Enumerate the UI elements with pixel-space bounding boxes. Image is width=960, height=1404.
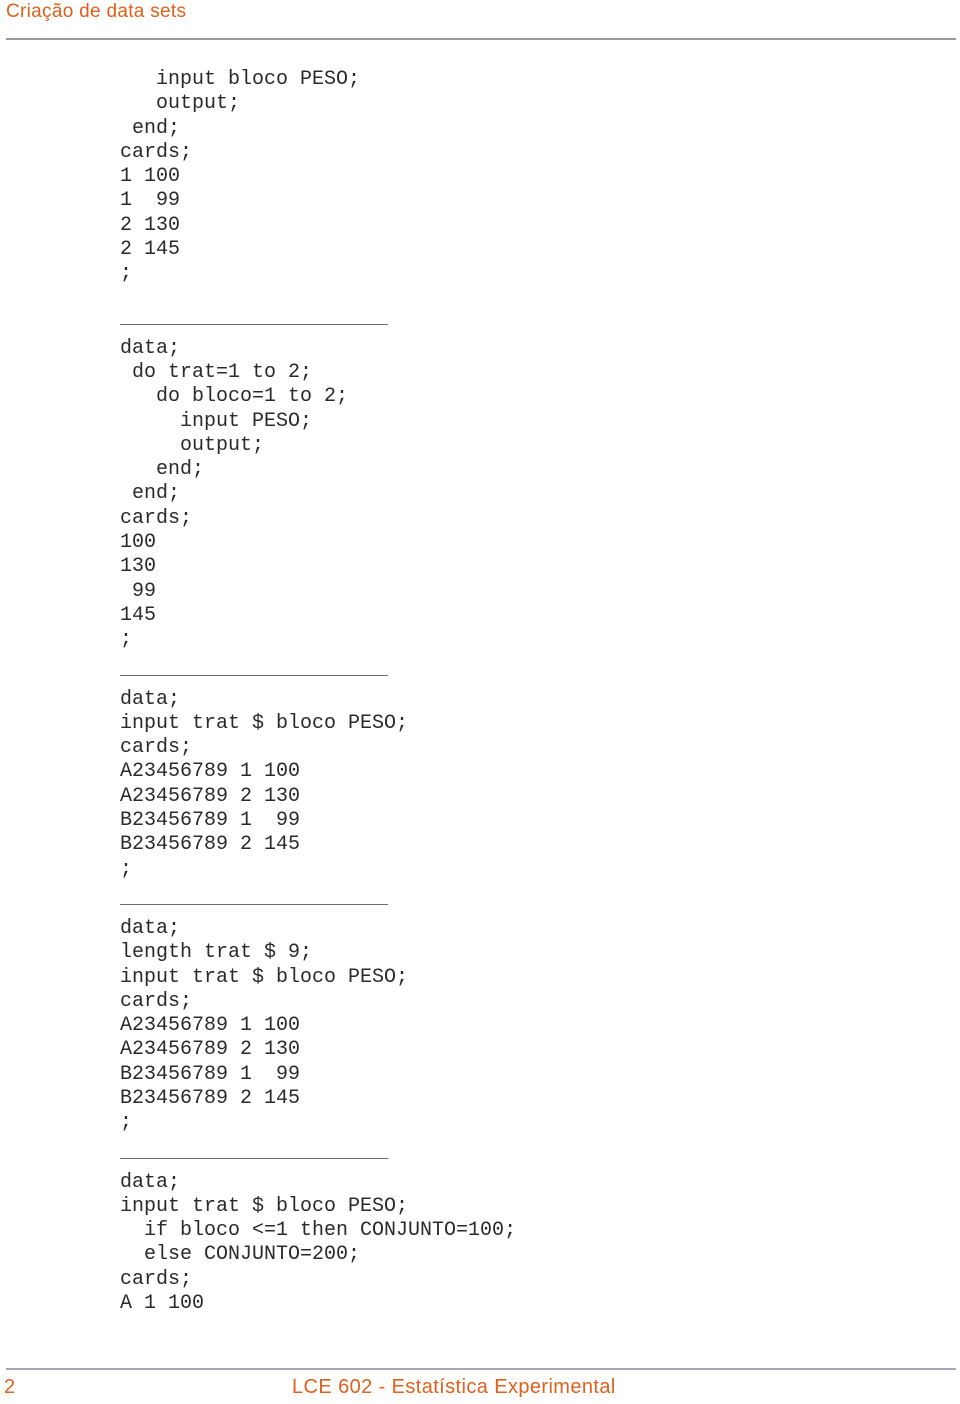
code-line: cards; [120, 140, 193, 164]
code-line: data; [120, 916, 181, 940]
code-line: B23456789 1 99 [120, 1062, 301, 1086]
code-line: A23456789 1 100 [120, 1014, 301, 1038]
code-line: B23456789 1 99 [120, 809, 301, 833]
code-line: output; [120, 92, 241, 116]
code-block-3: data; input trat $ bloco PESO; cards; A2… [120, 688, 516, 882]
code-line: 1 99 [120, 189, 181, 213]
code-line: data; [120, 1170, 181, 1194]
code-line: end; [120, 116, 181, 140]
code-line: B23456789 2 145 [120, 833, 301, 857]
code-line: A23456789 1 100 [120, 760, 301, 784]
code-block-5: data; input trat $ bloco PESO; if bloco … [120, 1171, 516, 1317]
code-line: if bloco <=1 then CONJUNTO=100; [120, 1219, 517, 1243]
page-number: 2 [4, 1376, 16, 1398]
code-line: cards; [120, 1267, 193, 1291]
code-line: input trat $ bloco PESO; [120, 965, 409, 989]
code-line: ; [120, 262, 133, 286]
code-line: 2 130 [120, 213, 181, 237]
code-line: A23456789 2 130 [120, 784, 301, 808]
code-line: input trat $ bloco PESO; [120, 1194, 409, 1218]
page-header-title: Criação de data sets [6, 1, 187, 22]
code-line: output; [120, 433, 265, 457]
code-line: A 1 100 [120, 1292, 205, 1316]
code-line: input PESO; [120, 409, 313, 433]
code-line: 100 [120, 531, 157, 555]
code-line: end; [120, 482, 181, 506]
code-line: do bloco=1 to 2; [120, 385, 349, 409]
header-divider [6, 38, 956, 40]
code-line: data; [120, 687, 181, 711]
code-line: data; [120, 336, 181, 360]
code-line: ; [120, 857, 133, 881]
code-line: 130 [120, 555, 157, 579]
code-line: cards; [120, 989, 193, 1013]
code-line: A23456789 2 130 [120, 1038, 301, 1062]
code-line: else CONJUNTO=200; [120, 1243, 361, 1267]
code-line: input trat $ bloco PESO; [120, 711, 409, 735]
code-line: 99 [120, 579, 157, 603]
code-line: end; [120, 458, 205, 482]
code-line: B23456789 2 145 [120, 1086, 301, 1110]
code-line: 1 100 [120, 165, 181, 189]
code-line: input bloco PESO; [120, 68, 361, 91]
code-line: length trat $ 9; [120, 941, 313, 965]
course-title: LCE 602 - Estatística Experimental [292, 1376, 616, 1398]
code-block-4: data; length trat $ 9; input trat $ bloc… [120, 917, 516, 1136]
code-line: 145 [120, 603, 157, 627]
code-line: do trat=1 to 2; [120, 360, 313, 384]
code-line: ; [120, 1111, 133, 1135]
code-line: cards; [120, 506, 193, 530]
code-block-2: data; do trat=1 to 2; do bloco=1 to 2; i… [120, 337, 516, 653]
code-listing: input bloco PESO; output; end; cards; 1 … [120, 68, 516, 1316]
code-line: cards; [120, 736, 193, 760]
footer-divider [6, 1368, 956, 1370]
code-line: 2 145 [120, 238, 181, 262]
code-line: ; [120, 628, 133, 652]
code-block-1: input bloco PESO; output; end; cards; 1 … [120, 68, 516, 287]
